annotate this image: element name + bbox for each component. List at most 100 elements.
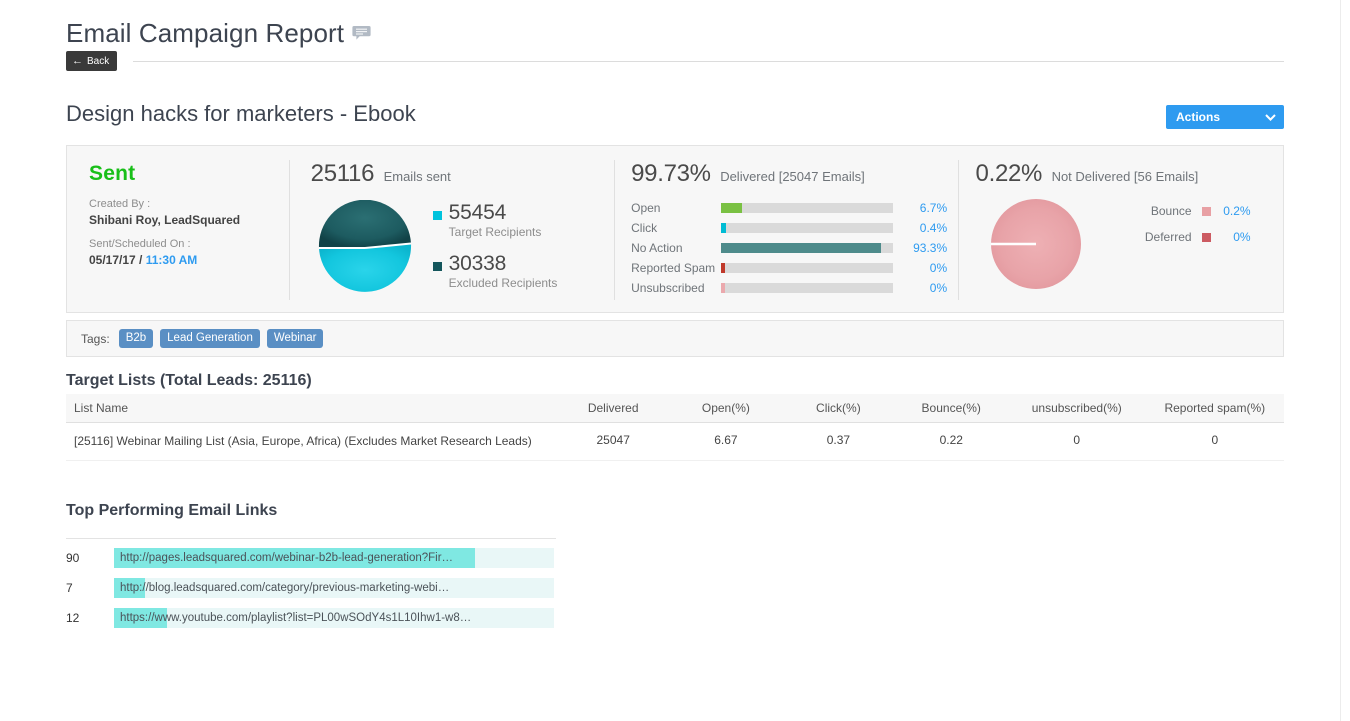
metric-fill-unsubscribed (721, 283, 725, 293)
link-click-count: 7 (66, 581, 114, 595)
target-lists-table: List Name Delivered Open(%) Click(%) Bou… (66, 394, 1284, 461)
emails-sent-heading: 25116 Emails sent (311, 160, 614, 188)
legend-swatch-bounce-icon (1202, 207, 1211, 216)
summary-not-delivered-column: 0.22% Not Delivered [56 Emails] (958, 146, 1283, 312)
metric-label-open: Open (631, 201, 721, 215)
metric-row-open: Open 6.7% (631, 200, 957, 216)
target-recipients-value: 55454 (449, 201, 506, 224)
right-edge-divider (1340, 0, 1341, 721)
actions-button-label: Actions (1174, 110, 1265, 124)
link-url[interactable]: http://pages.leadsquared.com/webinar-b2b… (114, 548, 554, 568)
excluded-recipients-value: 30338 (449, 252, 506, 275)
metric-value-no-action: 93.3% (903, 241, 947, 255)
column-header-bounce-pct[interactable]: Bounce(%) (895, 394, 1008, 423)
target-lists-title: Target Lists (Total Leads: 25116) (66, 372, 312, 390)
delivered-percent: 99.73% (631, 160, 711, 187)
summary-status-column: Sent Created By : Shibani Roy, LeadSquar… (67, 146, 289, 312)
column-header-reported-spam-pct[interactable]: Reported spam(%) (1146, 394, 1284, 423)
created-by-block: Created By : Shibani Roy, LeadSquared (89, 197, 289, 228)
chevron-down-icon (1265, 114, 1276, 121)
list-item: 90 http://pages.leadsquared.com/webinar-… (66, 548, 666, 568)
comment-bubble-icon[interactable] (352, 25, 371, 42)
back-button-label: Back (87, 56, 109, 67)
column-header-unsubscribed-pct[interactable]: unsubscribed(%) (1008, 394, 1146, 423)
cell-reported-spam-pct: 0 (1146, 423, 1284, 461)
cell-unsubscribed-pct: 0 (1008, 423, 1146, 461)
table-row[interactable]: [25116] Webinar Mailing List (Asia, Euro… (66, 423, 1284, 461)
metric-value-click: 0.4% (903, 221, 947, 235)
tags-label: Tags: (81, 332, 110, 346)
link-bar[interactable]: http://blog.leadsquared.com/category/pre… (114, 578, 554, 598)
metric-row-no-action: No Action 93.3% (631, 240, 957, 256)
legend-swatch-deferred-icon (1202, 233, 1211, 242)
metric-track-click (721, 223, 893, 233)
back-arrow-icon: ← (72, 56, 83, 67)
campaign-status: Sent (89, 162, 289, 186)
column-header-delivered[interactable]: Delivered (557, 394, 670, 423)
scheduled-on-block: Sent/Scheduled On : 05/17/17 / 11:30 AM (89, 237, 289, 268)
header-divider (133, 61, 1284, 62)
legend-item-target: 55454 Target Recipients (433, 202, 558, 239)
cell-open-pct: 6.67 (670, 423, 783, 461)
link-url[interactable]: http://blog.leadsquared.com/category/pre… (114, 578, 554, 598)
email-campaign-report-page: Email Campaign Report ← Back Design hack… (0, 0, 1350, 721)
cell-click-pct: 0.37 (782, 423, 894, 461)
page-header: Email Campaign Report (66, 18, 371, 49)
emails-sent-caption: Emails sent (384, 169, 451, 184)
created-by-value: Shibani Roy, LeadSquared (89, 212, 289, 228)
column-header-list-name[interactable]: List Name (66, 394, 557, 423)
metric-track-reported-spam (721, 263, 893, 273)
metric-fill-no-action (721, 243, 881, 253)
link-click-count: 12 (66, 611, 114, 625)
summary-emails-sent-column: 25116 Emails sent (289, 146, 614, 312)
recipients-pie-chart (317, 200, 413, 296)
metric-fill-reported-spam (721, 263, 725, 273)
campaign-summary-card: Sent Created By : Shibani Roy, LeadSquar… (66, 145, 1284, 313)
not-delivered-percent: 0.22% (976, 160, 1043, 187)
not-delivered-heading: 0.22% Not Delivered [56 Emails] (976, 160, 1283, 188)
cell-delivered: 25047 (557, 423, 670, 461)
excluded-recipients-label: Excluded Recipients (449, 276, 558, 290)
link-bar[interactable]: https://www.youtube.com/playlist?list=PL… (114, 608, 554, 628)
link-bar[interactable]: http://pages.leadsquared.com/webinar-b2b… (114, 548, 554, 568)
legend-swatch-target-icon (433, 211, 442, 220)
tag-chip-b2b[interactable]: B2b (119, 329, 153, 348)
delivered-metrics-list: Open 6.7% Click 0.4% No Action 93.3% Rep… (631, 200, 957, 296)
legend-item-deferred: Deferred 0% (1130, 230, 1251, 244)
tag-chip-lead-generation[interactable]: Lead Generation (160, 329, 260, 348)
legend-swatch-excluded-icon (433, 262, 442, 271)
cell-list-name: [25116] Webinar Mailing List (Asia, Euro… (66, 423, 557, 461)
legend-value-bounce: 0.2% (1221, 204, 1251, 218)
target-recipients-label: Target Recipients (449, 225, 542, 239)
metric-value-open: 6.7% (903, 201, 947, 215)
legend-label-bounce: Bounce (1130, 204, 1192, 218)
legend-item-excluded: 30338 Excluded Recipients (433, 253, 558, 290)
column-header-click-pct[interactable]: Click(%) (782, 394, 894, 423)
metric-label-click: Click (631, 221, 721, 235)
not-delivered-pie-chart (990, 198, 1082, 290)
back-button[interactable]: ← Back (66, 51, 117, 71)
metric-track-no-action (721, 243, 893, 253)
legend-item-bounce: Bounce 0.2% (1130, 204, 1251, 218)
tag-chip-webinar[interactable]: Webinar (267, 329, 324, 348)
delivered-heading: 99.73% Delivered [25047 Emails] (631, 160, 957, 188)
scheduled-on-value: 05/17/17 / 11:30 AM (89, 252, 289, 268)
actions-dropdown-button[interactable]: Actions (1166, 105, 1284, 129)
metric-row-click: Click 0.4% (631, 220, 957, 236)
page-title: Email Campaign Report (66, 18, 344, 49)
metric-label-unsubscribed: Unsubscribed (631, 281, 721, 295)
list-item: 12 https://www.youtube.com/playlist?list… (66, 608, 666, 628)
column-header-open-pct[interactable]: Open(%) (670, 394, 783, 423)
cell-bounce-pct: 0.22 (895, 423, 1008, 461)
campaign-name: Design hacks for marketers - Ebook (66, 101, 416, 127)
top-links-list: 90 http://pages.leadsquared.com/webinar-… (66, 548, 666, 638)
metric-fill-click (721, 223, 726, 233)
metric-value-reported-spam: 0% (903, 261, 947, 275)
emails-sent-count: 25116 (311, 160, 374, 187)
delivered-caption: Delivered [25047 Emails] (720, 169, 865, 184)
link-url[interactable]: https://www.youtube.com/playlist?list=PL… (114, 608, 554, 628)
created-by-label: Created By : (89, 197, 289, 212)
legend-label-deferred: Deferred (1130, 230, 1192, 244)
list-item: 7 http://blog.leadsquared.com/category/p… (66, 578, 666, 598)
tags-bar: Tags: B2b Lead Generation Webinar (66, 320, 1284, 357)
